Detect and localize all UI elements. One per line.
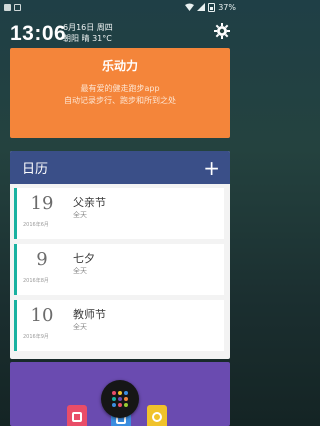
event-month: 2016年9月: [23, 334, 49, 340]
calendar-title[interactable]: 日历: [22, 158, 48, 177]
add-event-button[interactable]: +: [203, 158, 220, 178]
battery-level: 37%: [218, 2, 236, 12]
event-month: 2016年8月: [23, 278, 49, 284]
motion-card-description: 自动记录步行、跑步和所到之处: [64, 96, 176, 105]
calendar-card: 日历 + 19 2016年6月 父亲节 全天 9 2016年8月 七夕 全天 1…: [10, 151, 230, 359]
launcher-dot: [112, 391, 116, 395]
coupon-icon: [152, 412, 162, 422]
settings-gear-icon[interactable]: [214, 23, 230, 39]
calendar-header: 日历 +: [10, 151, 230, 184]
launcher-dot: [124, 397, 128, 401]
date-weather[interactable]: 6月16日 周四 朝阳 晴 31°C: [63, 22, 113, 44]
event-name: 教师节: [73, 308, 106, 321]
launcher-dot: [112, 403, 116, 407]
date-line: 6月16日 周四: [63, 23, 113, 32]
status-bar: 37%: [0, 0, 240, 14]
ticket-icon: [72, 412, 82, 422]
gallery-notification-icon: [14, 3, 21, 11]
event-day: 10: [30, 305, 54, 326]
launcher-dot: [118, 397, 122, 401]
launcher-grid-icon[interactable]: [101, 380, 139, 418]
event-name: 父亲节: [73, 196, 106, 209]
motion-card[interactable]: 乐动力 最有爱的健走跑步app 自动记录步行、跑步和所到之处: [10, 48, 230, 138]
motion-card-tagline: 最有爱的健走跑步app: [80, 84, 160, 93]
event-duration: 全天: [73, 323, 87, 331]
event-name: 七夕: [73, 252, 95, 265]
system-status-icons: 37%: [185, 2, 236, 12]
event-duration: 全天: [73, 267, 87, 275]
launcher-dot: [118, 403, 122, 407]
launcher-dot: [124, 391, 128, 395]
app-shortcut-icon[interactable]: [147, 405, 167, 426]
launcher-dot: [118, 391, 122, 395]
event-item[interactable]: 10 2016年9月 教师节 全天: [14, 300, 224, 351]
weather-line: 朝阳 晴 31°C: [63, 34, 112, 43]
event-day: 9: [36, 249, 48, 270]
event-month: 2016年6月: [23, 222, 49, 228]
launcher-dot: [124, 403, 128, 407]
wifi-icon: [185, 3, 195, 11]
event-item[interactable]: 19 2016年6月 父亲节 全天: [14, 188, 224, 239]
event-duration: 全天: [73, 211, 87, 219]
motion-card-title: 乐动力: [101, 59, 138, 73]
event-item[interactable]: 9 2016年8月 七夕 全天: [14, 244, 224, 295]
notification-icons: [4, 3, 21, 11]
signal-icon: [197, 3, 206, 11]
app-shortcut-icon[interactable]: [67, 405, 87, 426]
battery-icon: [208, 2, 216, 12]
launcher-dot: [112, 397, 116, 401]
event-day: 19: [30, 193, 54, 214]
clock-time[interactable]: 13:06: [10, 22, 66, 46]
notification-icon: [4, 3, 11, 11]
